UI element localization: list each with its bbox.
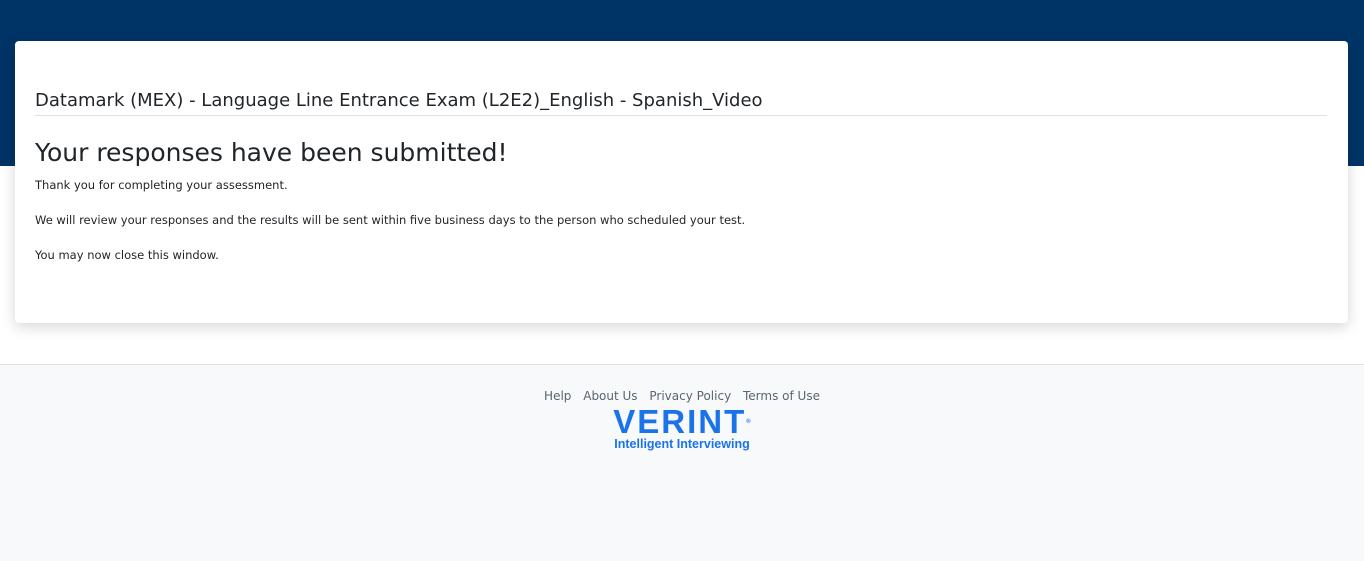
review-message: We will review your responses and the re…	[35, 213, 746, 227]
about-us-link[interactable]: About Us	[583, 389, 637, 403]
logo-wordmark: VERINT®	[613, 403, 751, 440]
close-window-message: You may now close this window.	[35, 248, 219, 262]
verint-logo: VERINT® Intelligent Interviewing	[0, 403, 1364, 452]
footer: Help About Us Privacy Policy Terms of Us…	[0, 364, 1364, 561]
help-link[interactable]: Help	[544, 389, 571, 403]
thank-you-message: Thank you for completing your assessment…	[35, 178, 288, 192]
submission-card: Datamark (MEX) - Language Line Entrance …	[15, 41, 1348, 323]
footer-links: Help About Us Privacy Policy Terms of Us…	[0, 388, 1364, 404]
terms-of-use-link[interactable]: Terms of Use	[743, 389, 820, 403]
privacy-policy-link[interactable]: Privacy Policy	[649, 389, 731, 403]
submission-headline: Your responses have been submitted!	[35, 138, 508, 167]
logo-tagline: Intelligent Interviewing	[614, 437, 750, 451]
exam-title: Datamark (MEX) - Language Line Entrance …	[35, 89, 1327, 116]
